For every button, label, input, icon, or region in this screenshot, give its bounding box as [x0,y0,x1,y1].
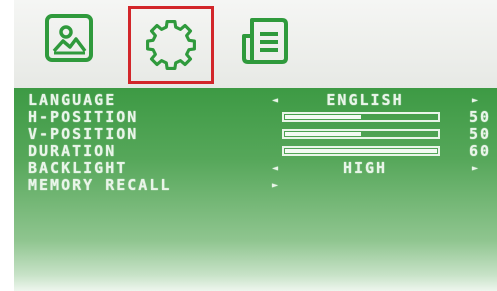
image-icon [45,14,93,62]
menu-row-memory-recall[interactable]: MEMORY RECALL ► [14,177,497,194]
menu-row-h-position[interactable]: H-POSITION 50 [14,109,497,126]
settings-menu: LANGUAGE ◄ ENGLISH ► H-POSITION 50 V-POS… [14,88,497,291]
osd-toolbar [14,0,497,88]
backlight-label: BACKLIGHT [28,159,128,177]
tab-info[interactable] [234,8,296,68]
duration-slider[interactable] [282,146,440,156]
language-value: ENGLISH [326,91,404,109]
duration-value: 60 [469,142,492,160]
menu-row-duration[interactable]: DURATION 60 [14,143,497,160]
menu-row-language[interactable]: LANGUAGE ◄ ENGLISH ► [14,92,497,109]
osd-screen: LANGUAGE ◄ ENGLISH ► H-POSITION 50 V-POS… [14,0,497,291]
h-position-slider[interactable] [282,112,440,122]
h-position-value: 50 [469,108,492,126]
v-position-slider[interactable] [282,129,440,139]
arrow-right-icon[interactable]: ► [472,92,480,109]
arrow-right-icon[interactable]: ► [472,160,480,177]
duration-slider-fill [285,149,437,153]
tab-settings[interactable] [128,6,214,84]
v-position-slider-fill [285,132,361,136]
h-position-slider-fill [285,115,361,119]
v-position-label: V-POSITION [28,125,139,143]
arrow-left-icon[interactable]: ◄ [272,160,280,177]
v-position-value: 50 [469,125,492,143]
arrow-left-icon[interactable]: ◄ [272,92,280,109]
menu-row-backlight[interactable]: BACKLIGHT ◄ HIGH ► [14,160,497,177]
h-position-label: H-POSITION [28,108,139,126]
gear-icon [146,20,196,70]
memory-recall-label: MEMORY RECALL [28,176,172,194]
arrow-right-icon[interactable]: ► [272,177,280,194]
tab-picture[interactable] [38,8,100,68]
language-label: LANGUAGE [28,91,117,109]
backlight-value: HIGH [342,159,388,177]
duration-label: DURATION [28,142,117,160]
menu-row-v-position[interactable]: V-POSITION 50 [14,126,497,143]
document-icon [242,18,288,64]
